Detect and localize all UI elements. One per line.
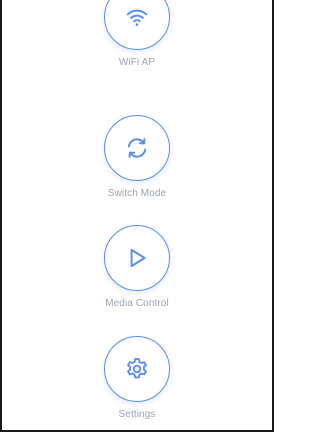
menu-item-media-control[interactable]: Media Control <box>0 225 274 309</box>
wifi-ap-label: WiFi AP <box>118 57 156 68</box>
media-control-label: Media Control <box>105 298 169 309</box>
gear-icon <box>124 356 150 382</box>
wifi-icon <box>124 4 150 30</box>
refresh-icon <box>124 135 150 161</box>
settings-label: Settings <box>118 409 156 420</box>
menu-item-switch-mode[interactable]: Switch Mode <box>0 115 274 199</box>
wifi-ap-button[interactable] <box>104 0 170 50</box>
play-icon <box>124 245 150 271</box>
media-control-button[interactable] <box>104 225 170 291</box>
switch-mode-button[interactable] <box>104 115 170 181</box>
switch-mode-label: Switch Mode <box>107 188 167 199</box>
menu-item-wifi-ap[interactable]: WiFi AP <box>0 0 274 68</box>
menu-item-settings[interactable]: Settings <box>0 336 274 420</box>
settings-button[interactable] <box>104 336 170 402</box>
